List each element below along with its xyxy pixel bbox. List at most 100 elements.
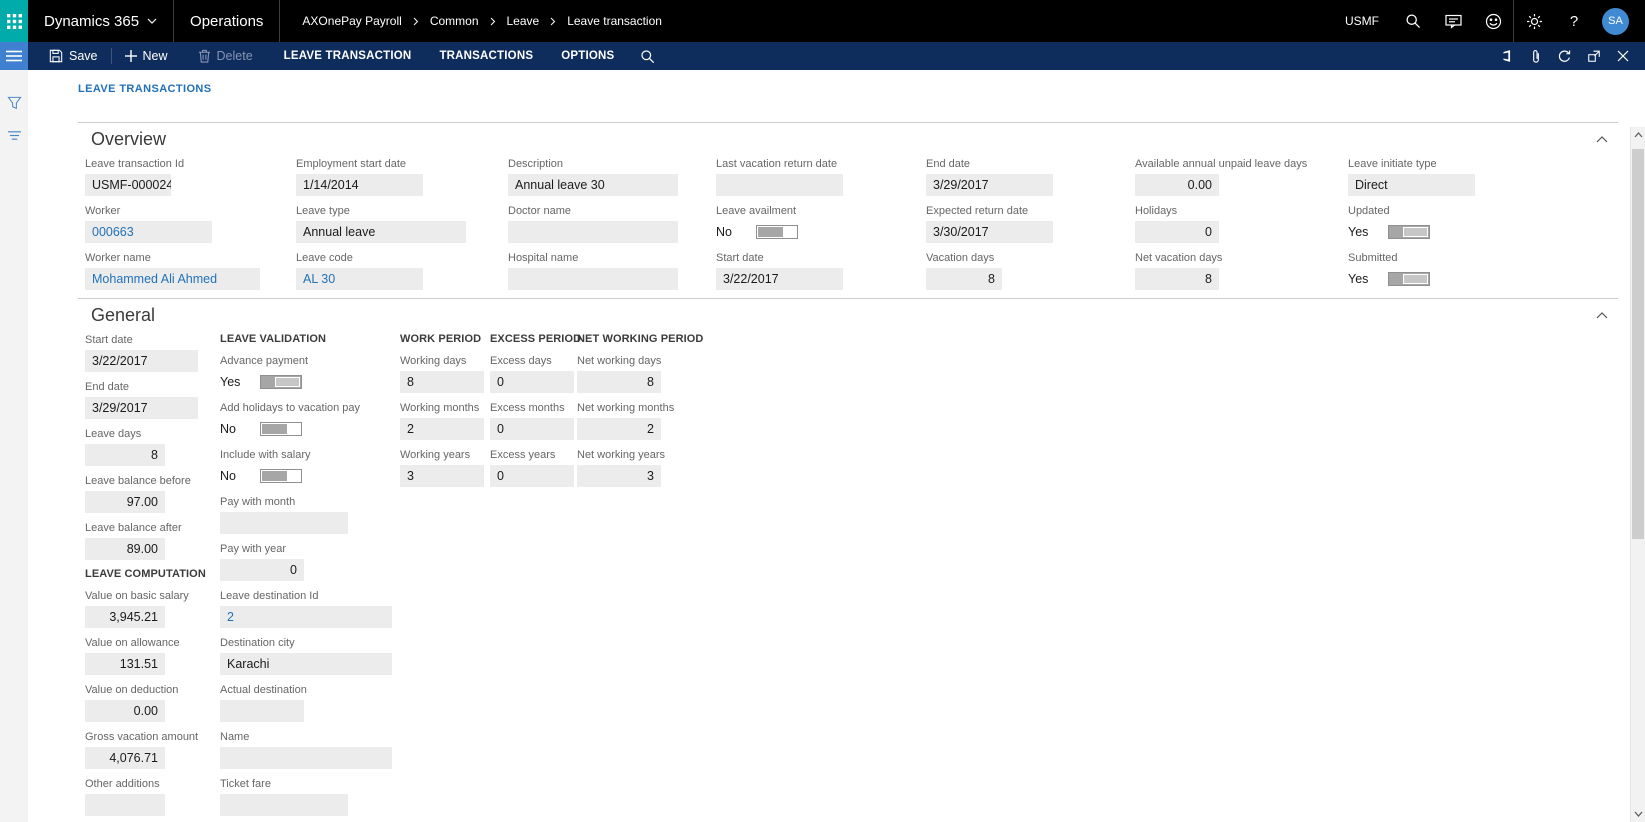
toggle-knob <box>1403 274 1428 284</box>
general-end-date-input[interactable]: 3/29/2017 <box>85 397 198 419</box>
page-caption-link[interactable]: LEAVE TRANSACTIONS <box>78 70 1618 122</box>
actionbar-search-icon[interactable] <box>628 49 667 64</box>
net-vacation-days-input[interactable]: 8 <box>1135 268 1219 290</box>
field-other-additions: Other additions <box>85 777 220 816</box>
vacation-days-input[interactable]: 8 <box>926 268 1002 290</box>
field-leave-balance-after: Leave balance after 89.00 <box>85 521 220 560</box>
pay-with-month-input[interactable] <box>220 512 348 534</box>
include-with-salary-toggle[interactable] <box>260 469 302 483</box>
breadcrumb-item-group[interactable]: Leave <box>507 14 540 28</box>
tab-leave-transaction[interactable]: LEAVE TRANSACTION <box>270 42 426 70</box>
overview-collapse-chevron-icon[interactable] <box>1592 132 1612 147</box>
scrollbar-down-arrow-icon[interactable] <box>1631 806 1645 822</box>
net-working-days-input[interactable]: 8 <box>577 371 661 393</box>
general-section-header: General <box>78 299 1618 333</box>
working-months-input[interactable]: 2 <box>400 418 484 440</box>
excess-years-input[interactable]: 0 <box>490 465 574 487</box>
value-on-basic-salary-input[interactable]: 3,945.21 <box>85 606 165 628</box>
help-icon[interactable]: ? <box>1554 0 1594 42</box>
leave-transaction-id-input[interactable]: USMF-000024 <box>85 174 171 196</box>
ticket-fare-input[interactable] <box>220 794 348 816</box>
worker-link[interactable]: 000663 <box>85 221 212 243</box>
updated-toggle[interactable] <box>1388 225 1430 239</box>
other-additions-input[interactable] <box>85 794 165 816</box>
excess-months-input[interactable]: 0 <box>490 418 574 440</box>
available-annual-unpaid-leave-days-input[interactable]: 0.00 <box>1135 174 1219 196</box>
value-on-deduction-input[interactable]: 0.00 <box>85 700 165 722</box>
destination-city-input[interactable]: Karachi <box>220 653 392 675</box>
working-days-input[interactable]: 8 <box>400 371 484 393</box>
hospital-name-input[interactable] <box>508 268 678 290</box>
pay-with-year-input[interactable]: 0 <box>220 559 304 581</box>
scrollbar-up-arrow-icon[interactable] <box>1631 127 1645 143</box>
start-date-input[interactable]: 3/22/2017 <box>716 268 843 290</box>
last-vacation-return-date-input[interactable] <box>716 174 843 196</box>
field-leave-availment: Leave availment No <box>716 204 926 243</box>
app-name-operations[interactable]: Operations <box>174 0 279 42</box>
attach-paperclip-icon[interactable] <box>1521 42 1550 70</box>
scrollbar-thumb[interactable] <box>1632 149 1644 539</box>
net-working-years-input[interactable]: 3 <box>577 465 661 487</box>
breadcrumb-item-area[interactable]: Common <box>430 14 479 28</box>
advanced-filter-icon[interactable] <box>7 130 22 141</box>
leave-days-input[interactable]: 8 <box>85 444 165 466</box>
breadcrumb-item-page[interactable]: Leave transaction <box>567 14 662 28</box>
general-start-date-input[interactable]: 3/22/2017 <box>85 350 198 372</box>
leave-initiate-type-input[interactable]: Direct <box>1348 174 1475 196</box>
name-input[interactable] <box>220 747 392 769</box>
settings-gear-icon[interactable] <box>1514 0 1554 42</box>
end-date-input[interactable]: 3/29/2017 <box>926 174 1053 196</box>
field-pay-with-year: Pay with year 0 <box>220 542 400 581</box>
leave-type-input[interactable]: Annual leave <box>296 221 466 243</box>
advance-payment-toggle[interactable] <box>260 375 302 389</box>
field-general-end-date: End date 3/29/2017 <box>85 380 220 419</box>
gross-vacation-amount-input[interactable]: 4,076.71 <box>85 747 165 769</box>
refresh-icon[interactable] <box>1550 42 1579 70</box>
dynamics-365-menu[interactable]: Dynamics 365 <box>28 0 173 42</box>
tab-options[interactable]: OPTIONS <box>547 42 628 70</box>
working-years-input[interactable]: 3 <box>400 465 484 487</box>
field-vacation-days: Vacation days 8 <box>926 251 1135 290</box>
feedback-icon[interactable] <box>1433 0 1473 42</box>
general-collapse-chevron-icon[interactable] <box>1592 308 1612 323</box>
expected-return-date-input[interactable]: 3/30/2017 <box>926 221 1053 243</box>
field-name: Name <box>220 730 400 769</box>
popout-window-icon[interactable] <box>1579 42 1608 70</box>
excess-days-input[interactable]: 0 <box>490 371 574 393</box>
value-on-allowance-input[interactable]: 131.51 <box>85 653 165 675</box>
employment-start-date-input[interactable]: 1/14/2014 <box>296 174 423 196</box>
add-holidays-to-vacation-pay-toggle[interactable] <box>260 422 302 436</box>
doctor-name-input[interactable] <box>508 221 678 243</box>
app-launcher-button[interactable] <box>0 0 28 42</box>
field-start-date: Start date 3/22/2017 <box>716 251 926 290</box>
tab-transactions[interactable]: TRANSACTIONS <box>425 42 547 70</box>
office-icon[interactable] <box>1492 42 1521 70</box>
field-holidays: Holidays 0 <box>1135 204 1348 243</box>
leave-destination-id-link[interactable]: 2 <box>220 606 392 628</box>
worker-name-link[interactable]: Mohammed Ali Ahmed <box>85 268 260 290</box>
submitted-toggle[interactable] <box>1388 272 1430 286</box>
filter-icon[interactable] <box>7 96 22 110</box>
leave-balance-after-input[interactable]: 89.00 <box>85 538 165 560</box>
net-working-months-input[interactable]: 2 <box>577 418 661 440</box>
breadcrumb-item-module[interactable]: AXOnePay Payroll <box>302 14 401 28</box>
leave-availment-toggle[interactable] <box>756 225 798 239</box>
close-icon[interactable] <box>1608 42 1637 70</box>
description-input[interactable]: Annual leave 30 <box>508 174 678 196</box>
leave-code-link[interactable]: AL 30 <box>296 268 423 290</box>
holidays-input[interactable]: 0 <box>1135 221 1219 243</box>
breadcrumb: AXOnePay Payroll Common Leave Leave tran… <box>280 14 662 28</box>
leave-balance-before-input[interactable]: 97.00 <box>85 491 165 513</box>
nav-menu-button[interactable] <box>0 42 28 70</box>
new-button[interactable]: New <box>114 42 179 70</box>
field-worker: Worker 000663 <box>85 204 296 243</box>
search-icon[interactable] <box>1393 0 1433 42</box>
company-picker[interactable]: USMF <box>1331 14 1393 28</box>
delete-button[interactable]: Delete <box>187 42 264 70</box>
save-button[interactable]: Save <box>38 42 109 70</box>
left-rail <box>0 0 28 822</box>
vertical-scrollbar[interactable] <box>1630 127 1645 822</box>
smiley-icon[interactable] <box>1473 0 1513 42</box>
user-avatar[interactable]: SA <box>1602 8 1629 35</box>
actual-destination-input[interactable] <box>220 700 304 722</box>
